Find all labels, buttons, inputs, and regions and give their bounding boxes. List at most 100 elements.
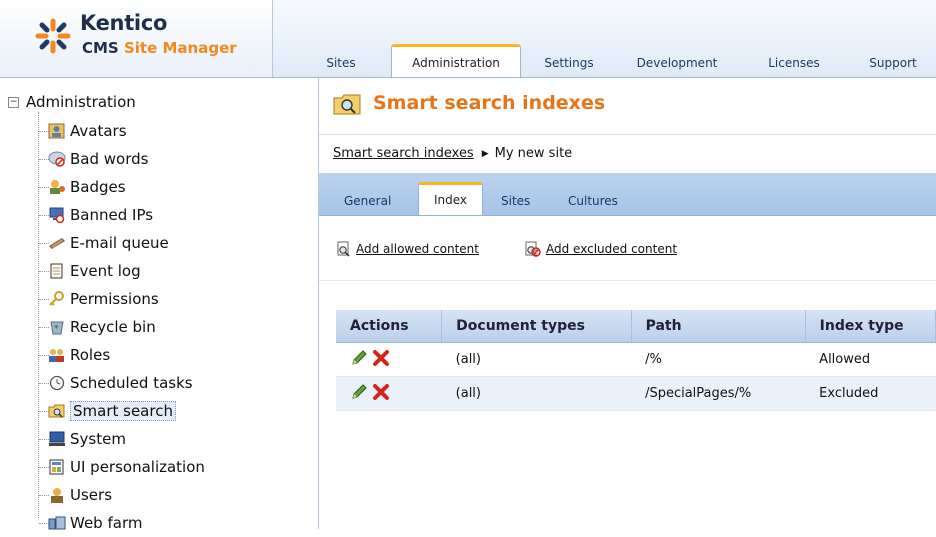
banned-ips-icon (48, 207, 66, 224)
add-allowed-icon (337, 241, 350, 257)
breadcrumb-separator-icon: ▶ (481, 149, 489, 159)
tree-item-label: Banned IPs (70, 206, 154, 224)
tree-item-users[interactable]: Users (48, 484, 112, 506)
tab-general[interactable]: General (344, 190, 391, 212)
collapse-toggle-icon[interactable]: − (8, 97, 19, 108)
column-header-document-types[interactable]: Document types (441, 310, 632, 343)
tree-item-label: Recycle bin (70, 318, 156, 336)
tree-item-label: Scheduled tasks (70, 374, 193, 392)
edit-icon[interactable] (350, 349, 368, 371)
tab-settings[interactable]: Settings (534, 50, 604, 76)
roles-icon (48, 347, 66, 363)
cell-document-types: (all) (441, 342, 632, 377)
table-row: (all) /% Allowed (336, 342, 936, 377)
tree-item-label: Web farm (70, 514, 143, 532)
add-excluded-icon (525, 241, 541, 257)
tree-item-email-queue[interactable]: E-mail queue (48, 232, 169, 254)
tree-item-recycle-bin[interactable]: Recycle bin (48, 316, 156, 338)
tree-item-badges[interactable]: Badges (48, 176, 126, 198)
tree-item-label: Roles (70, 346, 111, 364)
kentico-logo-icon (35, 18, 71, 54)
row-actions (336, 376, 442, 411)
tree-connector-line (38, 112, 39, 518)
tab-sites[interactable]: Sites (316, 50, 366, 76)
breadcrumb-current: My new site (494, 146, 573, 161)
tab-development[interactable]: Development (622, 50, 732, 76)
tab-support[interactable]: Support (860, 50, 926, 76)
permissions-icon (48, 291, 66, 307)
tree-item-web-farm[interactable]: Web farm (48, 512, 142, 534)
tree-item-label: Avatars (70, 122, 127, 140)
tree-item-label: Badges (70, 178, 126, 196)
folder-search-icon (333, 94, 361, 115)
tab-index[interactable]: Index (418, 182, 483, 215)
tree-item-smart-search[interactable]: Smart search (48, 400, 176, 422)
breadcrumb-link[interactable]: Smart search indexes (333, 146, 474, 161)
add-allowed-label: Add allowed content (356, 242, 479, 256)
delete-icon[interactable] (372, 349, 390, 371)
actions-bar: Add allowed content Add excluded content (319, 216, 936, 281)
tree-item-event-log[interactable]: Event log (48, 260, 141, 282)
navigation-tree: − Administration Avatars Bad words Badge… (0, 78, 319, 532)
tab-cultures[interactable]: Cultures (568, 190, 618, 212)
brand-subtitle: CMS Site Manager (82, 39, 237, 57)
cell-path: /% (631, 342, 806, 377)
badges-icon (48, 179, 66, 195)
tree-item-roles[interactable]: Roles (48, 344, 110, 366)
clock-icon (48, 375, 66, 391)
tree-item-system[interactable]: System (48, 428, 126, 450)
brand-subtitle-accent: Site Manager (123, 39, 237, 57)
cell-path: /SpecialPages/% (631, 376, 806, 411)
bad-words-icon (48, 151, 66, 167)
main-tabs: Sites Administration Settings Developmen… (272, 44, 936, 77)
tab-sites[interactable]: Sites (501, 190, 530, 212)
table-row: (all) /SpecialPages/% Excluded (336, 376, 936, 411)
tree-item-label: Permissions (70, 290, 159, 308)
email-queue-icon (48, 235, 66, 251)
cell-index-type: Excluded (805, 376, 936, 411)
tree-root-label: Administration (26, 93, 136, 111)
main-content: Smart search indexes Smart search indexe… (319, 78, 936, 529)
tree-item-label: Users (70, 486, 113, 504)
column-header-path[interactable]: Path (631, 310, 806, 343)
folder-search-icon (48, 403, 66, 419)
avatar-icon (48, 123, 66, 139)
tree-item-bad-words[interactable]: Bad words (48, 148, 148, 170)
page-title: Smart search indexes (373, 92, 606, 114)
table-header-row: Actions Document types Path Index type (336, 310, 936, 343)
logo[interactable]: Kentico CMS Site Manager (0, 0, 273, 77)
cell-document-types: (all) (441, 376, 632, 411)
column-header-actions[interactable]: Actions (336, 310, 443, 343)
breadcrumb: Smart search indexes ▶ My new site (333, 146, 572, 161)
row-actions (336, 342, 442, 377)
add-allowed-content-button[interactable]: Add allowed content (336, 241, 479, 257)
tree-item-label: Event log (70, 262, 141, 280)
sub-tabs: General Index Sites Cultures (319, 173, 936, 216)
user-icon (48, 487, 66, 503)
event-log-icon (48, 263, 66, 279)
brand-name: Kentico (80, 11, 168, 35)
tree-item-label: UI personalization (70, 458, 205, 476)
delete-icon[interactable] (372, 383, 390, 405)
cell-index-type: Allowed (805, 342, 936, 377)
tree-item-scheduled-tasks[interactable]: Scheduled tasks (48, 372, 193, 394)
tree-item-permissions[interactable]: Permissions (48, 288, 159, 310)
tree-item-label: E-mail queue (70, 234, 169, 252)
tree-item-banned-ips[interactable]: Banned IPs (48, 204, 153, 226)
tree-item-avatars[interactable]: Avatars (48, 120, 127, 142)
tree-item-label: System (70, 430, 126, 448)
add-excluded-content-button[interactable]: Add excluded content (524, 241, 677, 257)
tree-root-administration[interactable]: Administration (26, 91, 136, 113)
index-content-table: Actions Document types Path Index type (… (336, 310, 936, 411)
tab-administration[interactable]: Administration (391, 44, 521, 77)
tree-item-ui-personalization[interactable]: UI personalization (48, 456, 205, 478)
title-bar: Smart search indexes (319, 78, 936, 134)
tree-item-label: Bad words (70, 150, 149, 168)
column-header-index-type[interactable]: Index type (805, 310, 936, 343)
tree-item-label: Smart search (70, 401, 176, 421)
tab-licenses[interactable]: Licenses (759, 50, 829, 76)
header: Kentico CMS Site Manager Sites Administr… (0, 0, 936, 78)
add-excluded-label: Add excluded content (546, 242, 678, 256)
edit-icon[interactable] (350, 383, 368, 405)
breadcrumb-bar: Smart search indexes ▶ My new site (319, 134, 936, 174)
